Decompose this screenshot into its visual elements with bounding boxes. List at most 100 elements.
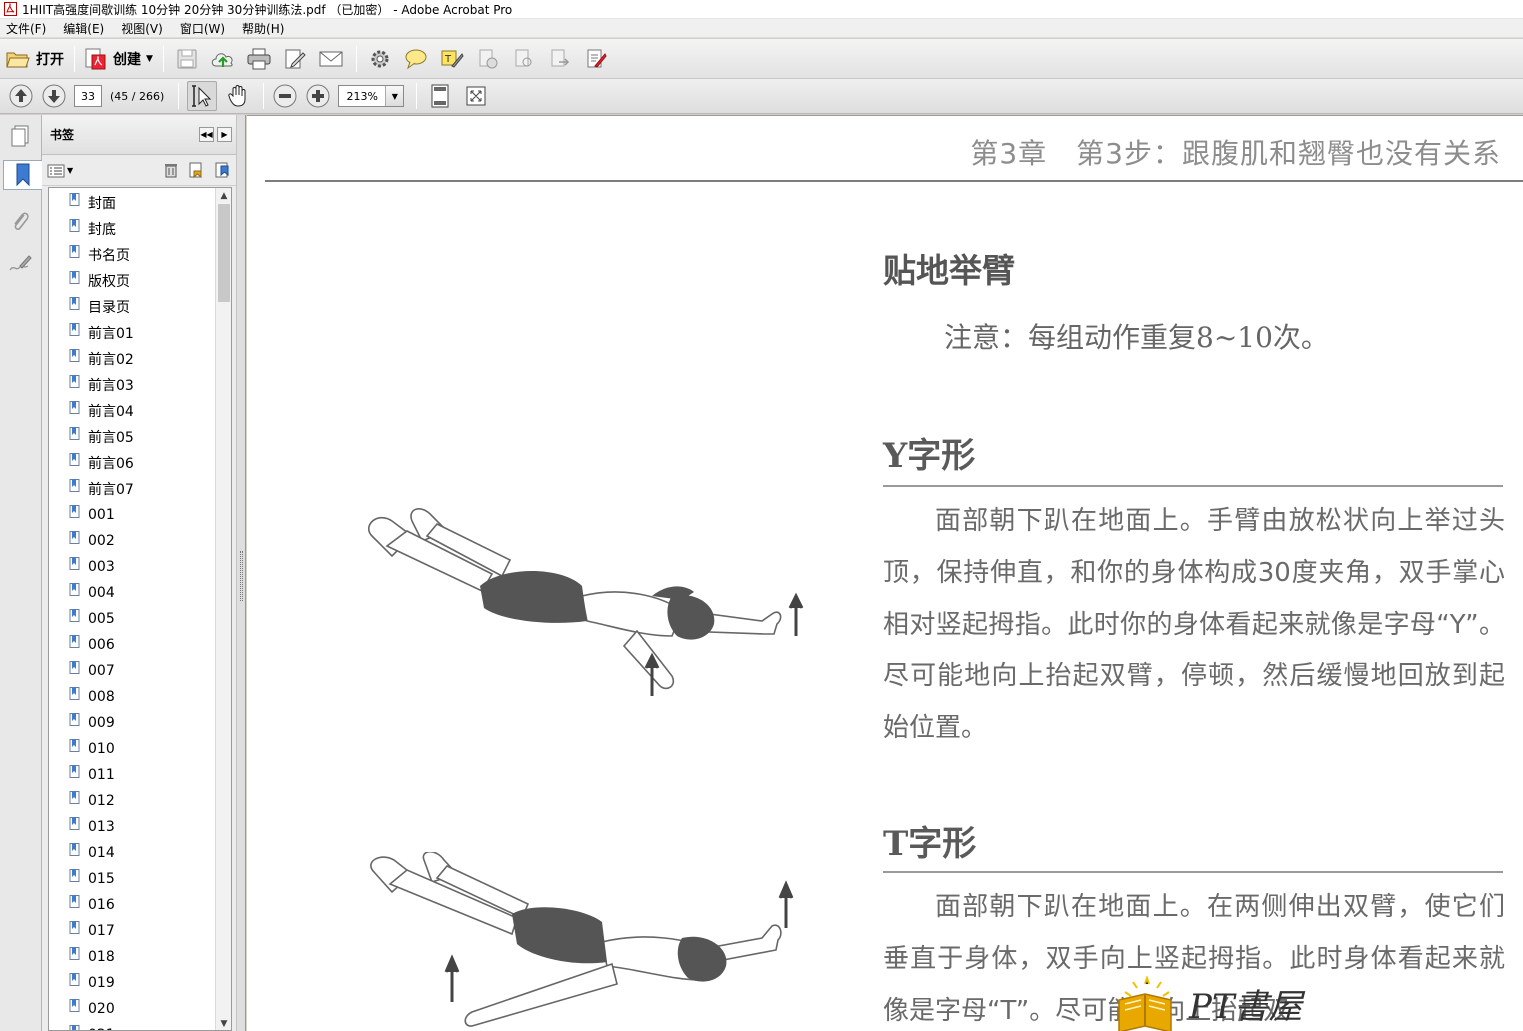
next-page-button[interactable] (41, 83, 67, 109)
bookmark-item[interactable]: 015 (69, 868, 115, 890)
tagged-bookmark-button[interactable] (214, 162, 230, 181)
highlight-button[interactable]: T (437, 44, 467, 74)
page-number-input[interactable]: 33 (74, 85, 102, 107)
bookmark-item[interactable]: 009 (69, 712, 115, 734)
zoom-select[interactable]: 213% ▼ (338, 85, 405, 107)
delete-bookmark-button[interactable] (164, 162, 178, 181)
bookmark-options-button[interactable]: ▼ (47, 164, 73, 178)
forms-button[interactable] (581, 44, 611, 74)
bookmark-item[interactable]: 004 (69, 582, 115, 604)
bookmark-list-scrollbar[interactable]: ▲ ▼ (215, 188, 231, 1030)
collapse-panel-icon[interactable]: ◀◀ (199, 127, 214, 142)
bookmark-item[interactable]: 011 (69, 764, 115, 786)
bookmark-item[interactable]: 目录页 (69, 296, 130, 318)
bookmark-item[interactable]: 书名页 (69, 244, 130, 266)
splitter-grip[interactable] (240, 551, 243, 601)
navigation-pane-strip (0, 115, 42, 1031)
bookmark-item[interactable]: 前言02 (69, 348, 134, 370)
bookmark-label: 021 (88, 1027, 115, 1030)
bookmark-item[interactable]: 005 (69, 608, 115, 630)
bookmark-item[interactable]: 012 (69, 790, 115, 812)
bookmark-item[interactable]: 封面 (69, 192, 116, 214)
comment-button[interactable] (401, 44, 431, 74)
pages-panel-button[interactable] (6, 121, 34, 151)
bookmarks-panel-button[interactable] (3, 160, 42, 190)
bookmark-label: 版权页 (88, 274, 130, 290)
document-view[interactable]: 第3章 第3步：跟腹肌和翘臀也没有关系 贴地举臂 注意：每组动作重复8~10次。… (247, 115, 1523, 1031)
fit-page-button[interactable] (425, 81, 455, 111)
settings-button[interactable] (365, 44, 395, 74)
sign-button[interactable] (509, 44, 539, 74)
zoom-out-button[interactable] (272, 83, 298, 109)
bookmark-item[interactable]: 001 (69, 504, 115, 526)
previous-page-button[interactable] (8, 83, 34, 109)
upload-button[interactable] (208, 44, 238, 74)
bookmark-item[interactable]: 017 (69, 920, 115, 942)
hand-tool-button[interactable] (223, 81, 253, 111)
bookmark-item[interactable]: 010 (69, 738, 115, 760)
create-dropdown-arrow-icon[interactable]: ▼ (146, 54, 153, 64)
scrollbar-thumb[interactable] (218, 204, 230, 302)
bookmark-label: 008 (88, 689, 115, 705)
bookmark-item[interactable]: 018 (69, 946, 115, 968)
bookmark-item[interactable]: 前言06 (69, 452, 134, 474)
zoom-value[interactable]: 213% (339, 90, 385, 103)
bookmark-item[interactable]: 020 (69, 998, 115, 1020)
open-button[interactable]: 打开 (6, 44, 64, 74)
bookmark-item[interactable]: 008 (69, 686, 115, 708)
full-screen-button[interactable] (461, 81, 491, 111)
bookmark-item[interactable]: 003 (69, 556, 115, 578)
menu-edit[interactable]: 编辑(E) (61, 19, 106, 38)
menu-view[interactable]: 视图(V) (119, 19, 165, 38)
attachments-panel-button[interactable] (6, 207, 34, 237)
bookmark-item[interactable]: 006 (69, 634, 115, 656)
select-tool-button[interactable] (187, 81, 218, 111)
bookmark-item[interactable]: 002 (69, 530, 115, 552)
bookmark-label: 006 (88, 637, 115, 653)
new-bookmark-icon (189, 162, 202, 179)
bookmark-item[interactable]: 前言01 (69, 322, 134, 344)
save-icon (177, 49, 197, 68)
bookmark-label: 封面 (88, 196, 116, 212)
bookmark-list[interactable]: 021 020 019 018 017 016 015 014 013 012 011 010 009 0… (48, 187, 232, 1031)
scroll-up-icon[interactable]: ▲ (216, 188, 231, 204)
chevron-down-icon[interactable]: ▼ (67, 166, 73, 175)
menu-file[interactable]: 文件(F) (4, 19, 48, 38)
create-button[interactable]: 创建 ▼ (83, 44, 153, 74)
bookmark-item[interactable]: 021 (69, 1024, 115, 1030)
header-rule (265, 180, 1523, 182)
menu-window[interactable]: 窗口(W) (178, 19, 227, 38)
y-shape-title: Y字形 (883, 436, 976, 476)
bookmark-item[interactable]: 019 (69, 972, 115, 994)
edit-button[interactable] (280, 44, 310, 74)
bookmark-page-icon (69, 557, 80, 570)
secure-button[interactable] (473, 44, 503, 74)
signatures-panel-button[interactable] (6, 249, 34, 279)
bookmark-item[interactable]: 007 (69, 660, 115, 682)
bookmark-item[interactable]: 版权页 (69, 270, 130, 292)
bookmark-page-icon (69, 791, 80, 804)
bookmark-page-icon (69, 453, 80, 466)
share-button[interactable] (545, 44, 575, 74)
print-button[interactable] (244, 44, 274, 74)
chevron-down-icon[interactable]: ▼ (385, 86, 404, 106)
panel-splitter[interactable] (236, 115, 246, 1031)
scroll-down-icon[interactable]: ▼ (216, 1016, 231, 1030)
save-button[interactable] (172, 44, 202, 74)
bookmark-item[interactable]: 前言04 (69, 400, 134, 422)
options-list-icon (47, 164, 65, 177)
bookmark-item[interactable]: 前言03 (69, 374, 134, 396)
menu-help[interactable]: 帮助(H) (240, 19, 286, 38)
panel-menu-icon[interactable]: ▶ (217, 127, 232, 142)
new-bookmark-button[interactable] (188, 162, 204, 181)
bookmark-item[interactable]: 封底 (69, 218, 116, 240)
bookmark-item[interactable]: 016 (69, 894, 115, 916)
bookmark-item[interactable]: 014 (69, 842, 115, 864)
bookmark-label: 017 (88, 923, 115, 939)
bookmark-label: 013 (88, 819, 115, 835)
email-button[interactable] (316, 44, 346, 74)
bookmark-item[interactable]: 前言07 (69, 478, 134, 500)
bookmark-item[interactable]: 前言05 (69, 426, 134, 448)
bookmark-item[interactable]: 013 (69, 816, 115, 838)
zoom-in-button[interactable] (305, 83, 331, 109)
